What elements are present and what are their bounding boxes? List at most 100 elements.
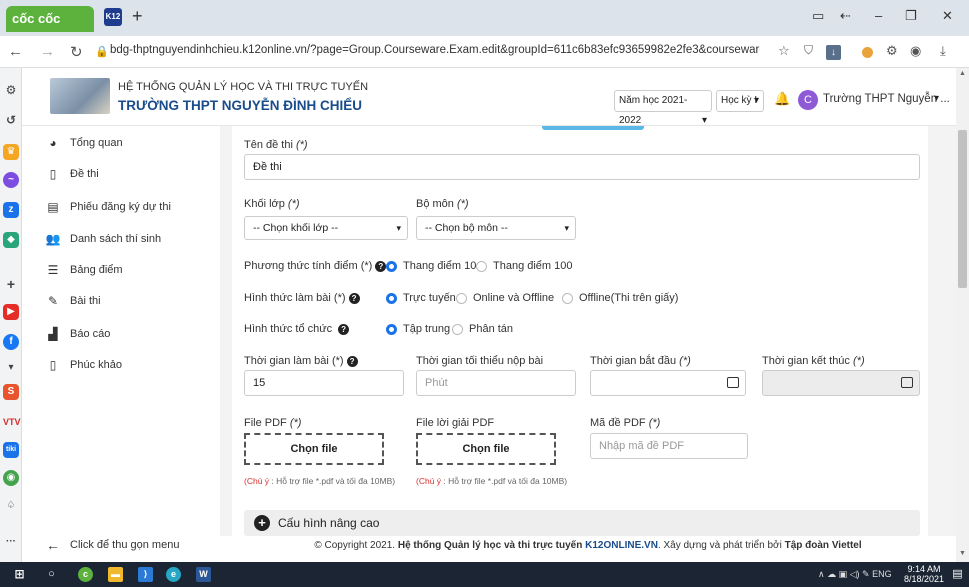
chevron-down-icon[interactable]: ▾ [3, 360, 19, 376]
reload-icon[interactable]: ↻ [70, 43, 83, 61]
facebook-icon[interactable]: f [3, 334, 19, 350]
system-tray[interactable]: ∧ ☁ ▣ ◁) ✎ ENG [818, 569, 892, 580]
maximize-icon[interactable]: ❐ [905, 8, 917, 24]
sidebar-item-scoreboard[interactable]: ☰ Bảng điểm [44, 261, 123, 279]
sidebar-item-submissions[interactable]: ✎ Bài thi [44, 292, 101, 310]
close-icon[interactable]: ✕ [942, 8, 953, 24]
radio-checked[interactable] [386, 323, 397, 335]
crown-icon[interactable]: ♛ [3, 144, 19, 160]
account-icon[interactable]: ◉ [910, 43, 921, 59]
sidebar-item-review[interactable]: ▯ Phúc khảo [44, 356, 122, 374]
history-icon[interactable]: ↺ [3, 112, 19, 128]
edge-icon[interactable]: e [166, 567, 181, 582]
star-icon[interactable]: ☆ [778, 43, 790, 59]
sidebar-item-overview[interactable]: ◕ Tổng quan [44, 134, 122, 152]
download-icon[interactable]: ⤓ [940, 43, 946, 59]
scroll-up-icon[interactable]: ▲ [959, 70, 966, 77]
sidebar-item-exams[interactable]: ▯ Đề thi [44, 165, 99, 183]
file-explorer-icon[interactable]: ▬ [108, 567, 123, 582]
notification-icon[interactable]: ▤ [950, 567, 965, 582]
game-icon[interactable]: ◆ [3, 232, 19, 248]
reader-icon[interactable]: ▭ [812, 8, 824, 24]
radio-checked[interactable] [386, 260, 397, 272]
windows-start-icon[interactable]: ⊞ [12, 567, 27, 582]
extension-green-icon[interactable]: ◉ [3, 470, 19, 486]
puzzle-icon[interactable]: ⚙ [886, 43, 898, 59]
forward-icon[interactable]: → [40, 43, 55, 60]
subject-select[interactable]: -- Chọn bộ môn -- ▾ [416, 216, 576, 240]
language-indicator[interactable]: ENG [872, 569, 892, 579]
vscode-icon[interactable]: ⟩ [138, 567, 153, 582]
scoring-option-10[interactable]: Thang điểm 10 [386, 260, 476, 272]
exam-name-input[interactable]: Đề thi [244, 154, 920, 180]
minimize-icon[interactable]: – [875, 8, 882, 23]
help-icon[interactable]: ? [338, 323, 350, 335]
settings-icon[interactable]: ⚙ [3, 82, 19, 98]
mode-option-online-offline[interactable]: Online và Offline [456, 292, 554, 304]
sidebar-item-reports[interactable]: ▟ Báo cáo [44, 325, 110, 343]
bell-icon[interactable]: ♤ [3, 498, 19, 514]
school-logo[interactable] [50, 78, 110, 114]
coccoc-icon[interactable]: c [78, 567, 93, 582]
user-name[interactable]: Trường THPT Nguyễn ... [823, 93, 950, 105]
shield-icon[interactable]: ⛉ [804, 43, 813, 58]
add-icon[interactable]: + [3, 276, 19, 292]
pdf-code-input[interactable]: Nhập mã đề PDF [590, 433, 748, 459]
sidebar-item-registration[interactable]: ▤ Phiếu đăng ký dự thi [44, 198, 171, 216]
word-icon[interactable]: W [196, 567, 211, 582]
help-icon[interactable]: ? [346, 355, 358, 367]
tab-favicon[interactable]: K12 [104, 8, 122, 26]
radio-unchecked[interactable] [476, 260, 487, 272]
collapse-menu-button[interactable]: ← Click để thu gọn menu [46, 537, 179, 553]
bell-icon[interactable]: 🔔 [774, 91, 790, 107]
zalo-icon[interactable]: z [3, 202, 19, 218]
choose-solution-pdf-button[interactable]: Chọn file [416, 433, 556, 465]
mode-option-online[interactable]: Trực tuyến [386, 292, 456, 304]
end-time-input[interactable] [762, 370, 920, 396]
school-year-select[interactable]: Năm học 2021-2022 ▾ [614, 90, 712, 126]
calendar-icon[interactable] [901, 377, 913, 388]
browser-brand-logo[interactable]: cốc cốc [6, 6, 94, 32]
grade-select[interactable]: -- Chọn khối lớp -- ▾ [244, 216, 408, 240]
calendar-icon[interactable] [727, 377, 739, 388]
chevron-down-icon[interactable]: ▾ [934, 93, 939, 104]
vtv-icon[interactable]: VTV [3, 414, 21, 430]
radio-unchecked[interactable] [562, 292, 573, 304]
url-input[interactable]: bdg-thptnguyendinhchieu.k12online.vn/?pa… [110, 44, 760, 56]
radio-unchecked[interactable] [452, 323, 463, 335]
back-icon[interactable]: ← [8, 43, 23, 60]
avatar[interactable]: C [798, 90, 818, 110]
semester-select[interactable]: Học kỳ I ▾ [716, 90, 764, 112]
messenger-icon[interactable]: ~ [3, 172, 19, 188]
page-scrollbar[interactable]: ▲ ▼ [956, 68, 969, 562]
choose-pdf-button[interactable]: Chọn file [244, 433, 384, 465]
shopee-icon[interactable]: S [3, 384, 19, 400]
radio-unchecked[interactable] [456, 292, 467, 304]
scroll-down-icon[interactable]: ▼ [959, 550, 966, 557]
app-sidebar: ◕ Tổng quan ▯ Đề thi ▤ Phiếu đăng ký dự … [22, 126, 220, 562]
extension-icon[interactable] [862, 47, 873, 58]
new-tab-button[interactable]: + [132, 6, 143, 27]
duration-input[interactable]: 15 [244, 370, 404, 396]
scoring-option-100[interactable]: Thang điểm 100 [476, 260, 573, 272]
help-icon[interactable]: ? [375, 260, 387, 272]
org-option-centralized[interactable]: Tập trung [386, 323, 450, 335]
scroll-thumb[interactable] [958, 130, 967, 288]
youtube-icon[interactable]: ▶ [3, 304, 19, 320]
advanced-config-toggle[interactable]: + Cấu hình nâng cao [244, 510, 920, 536]
help-icon[interactable]: ? [348, 292, 360, 304]
search-icon[interactable]: ○ [44, 567, 59, 582]
start-time-input[interactable] [590, 370, 746, 396]
mode-option-offline[interactable]: Offline(Thi trên giấy) [562, 292, 678, 304]
min-submit-input[interactable]: Phút [416, 370, 576, 396]
download-manager-icon[interactable]: ↓ [826, 45, 841, 60]
radio-checked[interactable] [386, 292, 397, 304]
tiki-icon[interactable]: tiki [3, 442, 19, 458]
footer-site-link[interactable]: K12ONLINE.VN [585, 540, 658, 551]
history-back-icon[interactable]: ⇠ [840, 8, 851, 24]
sidebar-item-label: Phúc khảo [70, 359, 122, 371]
org-option-distributed[interactable]: Phân tán [452, 323, 513, 335]
sidebar-item-candidates[interactable]: 👥 Danh sách thí sinh [44, 230, 162, 248]
clock[interactable]: 9:14 AM 8/18/2021 [904, 564, 944, 584]
more-icon[interactable]: ··· [3, 534, 19, 550]
